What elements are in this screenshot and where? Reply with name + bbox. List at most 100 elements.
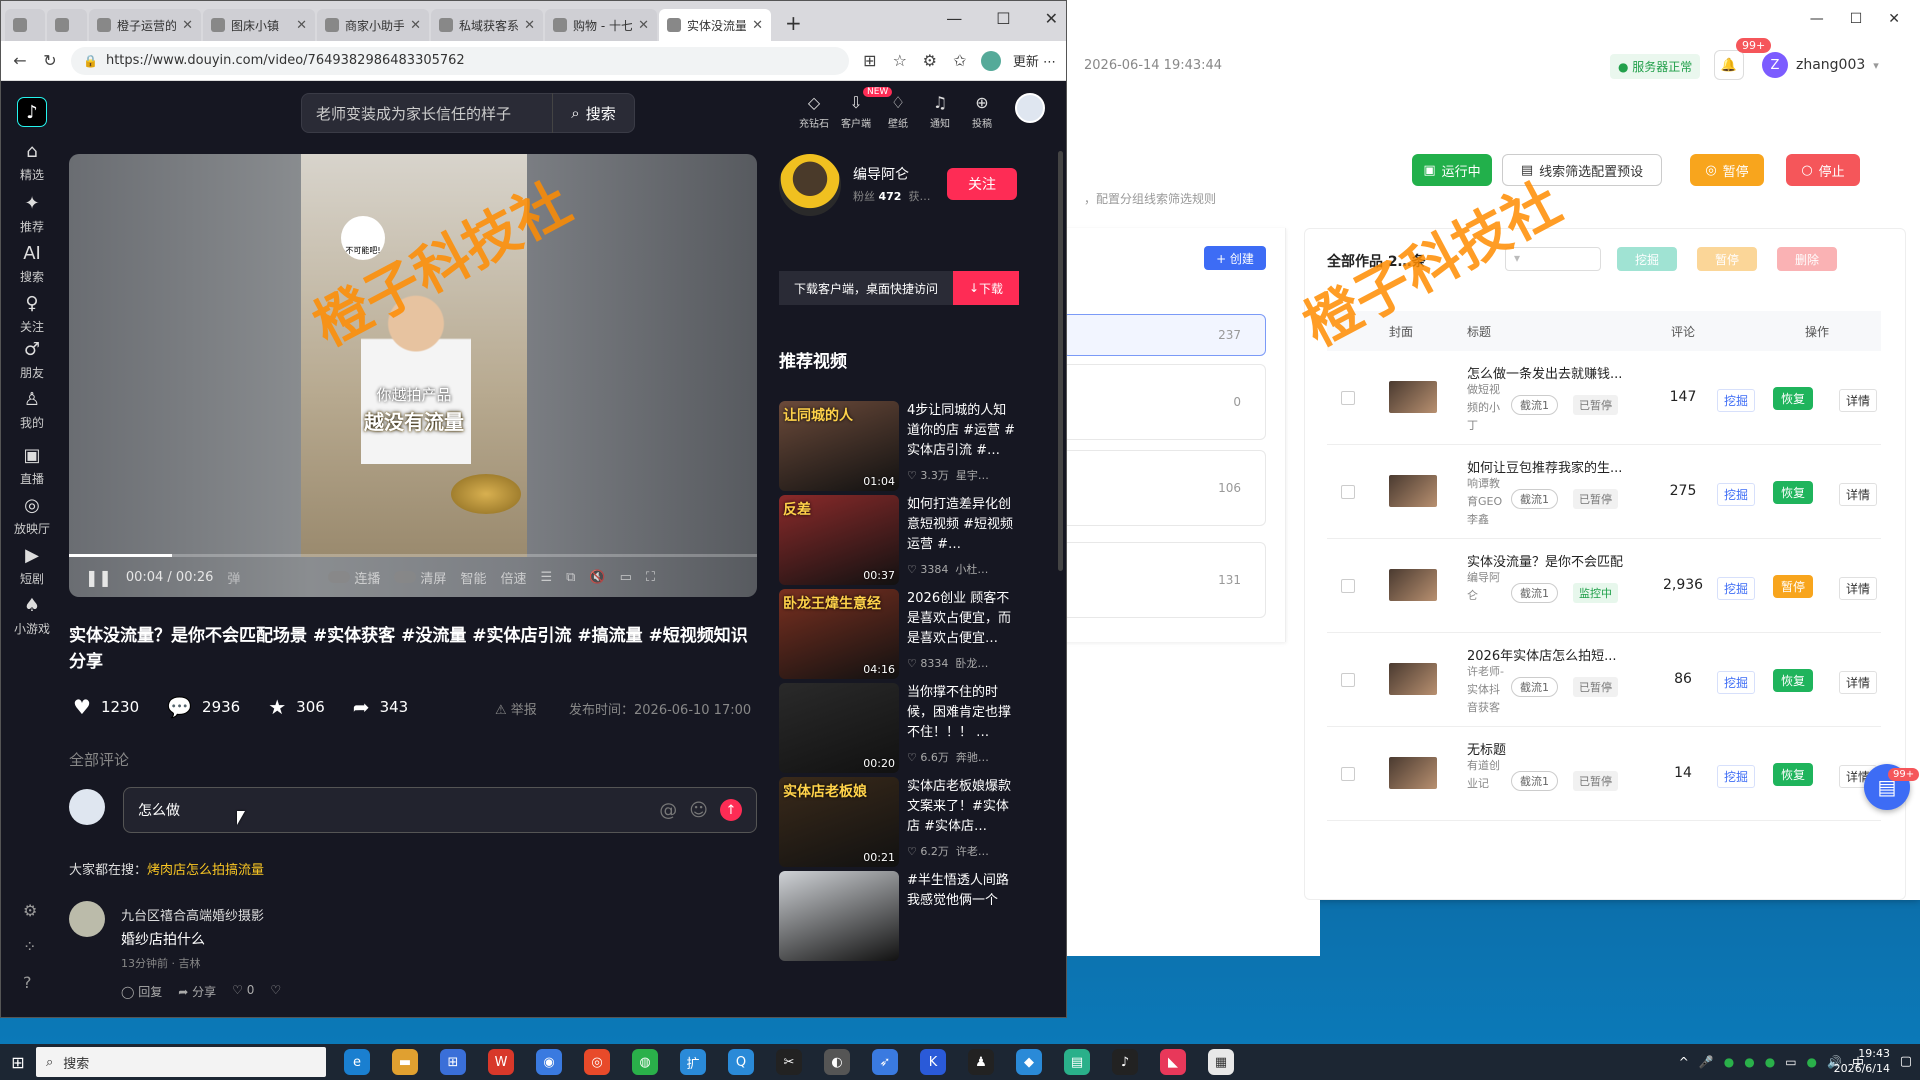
refresh-icon[interactable]: ↻: [41, 51, 59, 70]
sidebar-item[interactable]: ◎ 放映厅: [1, 495, 63, 537]
detail-button[interactable]: 详情: [1839, 577, 1878, 600]
mute-icon[interactable]: 🔇: [589, 570, 605, 585]
taskbar-clock[interactable]: 19:43 2026/6/14: [1834, 1046, 1890, 1076]
search-app-icon[interactable]: Q: [728, 1049, 754, 1075]
bulk-mine-button[interactable]: 挖掘: [1617, 247, 1677, 271]
notification-icon[interactable]: ▢: [1900, 1054, 1912, 1069]
extensions-icon[interactable]: ⚙: [921, 51, 939, 70]
browser-tab[interactable]: [5, 9, 45, 41]
wps-icon[interactable]: W: [488, 1049, 514, 1075]
pause-button[interactable]: ◎ 暂停: [1690, 154, 1764, 186]
like-button[interactable]: ♥ 1230: [73, 695, 139, 719]
wechat-tray-icon[interactable]: ●: [1807, 1055, 1817, 1069]
row-action-button[interactable]: 恢复: [1773, 481, 1814, 504]
row-action-button[interactable]: 恢复: [1773, 669, 1814, 692]
help-icon[interactable]: ?: [23, 973, 32, 992]
recommended-video[interactable]: 让同城的人 01:04 4步让同城的人知道你的店 #运营 #实体店引流 #… ♡ 3.…: [779, 401, 1023, 499]
browser-tab[interactable]: 橙子运营的 ✕: [89, 9, 201, 41]
speed-button[interactable]: 倍速: [500, 568, 526, 587]
update-button[interactable]: 更新 ⋯: [1013, 51, 1056, 70]
group-item[interactable]: 131: [1062, 542, 1266, 618]
minimize-icon[interactable]: —: [946, 9, 962, 28]
maximize-icon[interactable]: ☐: [1850, 11, 1863, 27]
row-checkbox[interactable]: [1341, 391, 1355, 405]
douyin-logo-icon[interactable]: ♪: [17, 97, 47, 127]
tool-icon[interactable]: 扩: [680, 1049, 706, 1075]
row-title[interactable]: 无标题: [1467, 739, 1647, 758]
top-nav-item[interactable]: ◇ 充钻石: [799, 93, 829, 130]
detail-button[interactable]: 详情: [1839, 389, 1878, 412]
group-item[interactable]: 0: [1062, 364, 1266, 440]
bulk-delete-button[interactable]: 删除: [1777, 247, 1837, 271]
sidebar-item[interactable]: ♠ 小游戏: [1, 595, 63, 637]
qq-icon[interactable]: ♟: [968, 1049, 994, 1075]
browser-tab[interactable]: [47, 9, 87, 41]
avatar[interactable]: [779, 154, 841, 216]
bell-icon[interactable]: 🔔: [1714, 50, 1744, 80]
apps-icon[interactable]: ⁘: [23, 937, 36, 956]
new-tab-icon[interactable]: +: [773, 11, 814, 41]
folder-icon[interactable]: ▬: [392, 1049, 418, 1075]
browser-tab[interactable]: 商家小助手 ✕: [317, 9, 429, 41]
mine-button[interactable]: 挖掘: [1717, 577, 1756, 600]
top-nav-item[interactable]: ♫ 通知: [925, 93, 955, 130]
close-icon[interactable]: ✕: [752, 18, 763, 33]
bulk-pause-button[interactable]: 暂停: [1697, 247, 1757, 271]
sidebar-item[interactable]: ▣ 直播: [1, 445, 63, 487]
row-action-button[interactable]: 暂停: [1773, 575, 1814, 598]
row-checkbox[interactable]: [1341, 767, 1355, 781]
back-icon[interactable]: ←: [11, 51, 29, 70]
browser-tab[interactable]: 购物 - 十七 ✕: [545, 9, 657, 41]
detail-button[interactable]: 详情: [1839, 483, 1878, 506]
mention-icon[interactable]: @: [659, 800, 677, 821]
recommended-video[interactable]: #半生悟透人间路 我感觉他俩一个: [779, 871, 1023, 969]
top-nav-item[interactable]: ⊕ 投稿: [967, 93, 997, 130]
author-name[interactable]: 编导阿仑: [853, 164, 909, 184]
close-icon[interactable]: ✕: [1045, 9, 1058, 28]
group-item[interactable]: 106: [1062, 450, 1266, 526]
store-icon[interactable]: ⊞: [440, 1049, 466, 1075]
row-title[interactable]: 实体没流量？是你不会匹配: [1467, 551, 1647, 570]
fullscreen-icon[interactable]: ⛶: [646, 570, 655, 585]
search-input[interactable]: [302, 104, 552, 122]
list-icon[interactable]: ☰: [540, 570, 552, 585]
close-icon[interactable]: ✕: [524, 18, 535, 33]
create-button[interactable]: + 创建: [1204, 246, 1266, 270]
theater-icon[interactable]: ▭: [620, 570, 632, 585]
row-title[interactable]: 如何让豆包推荐我家的生...: [1467, 457, 1647, 476]
mine-button[interactable]: 挖掘: [1717, 671, 1756, 694]
close-icon[interactable]: ✕: [410, 18, 421, 33]
sidebar-item[interactable]: AI 搜索: [1, 243, 63, 285]
row-checkbox[interactable]: [1341, 579, 1355, 593]
douyin-icon[interactable]: ♪: [1112, 1049, 1138, 1075]
top-nav-item[interactable]: ♢ 壁纸: [883, 93, 913, 130]
scrollbar[interactable]: [1058, 151, 1063, 571]
browser-tab[interactable]: 实体没流量 ✕: [659, 9, 771, 41]
share-button[interactable]: ➦ 343: [353, 695, 408, 719]
apps-icon[interactable]: ⊞: [861, 51, 879, 70]
windows-start-icon[interactable]: ⊞: [0, 1044, 36, 1080]
running-button[interactable]: ▣ 运行中: [1412, 154, 1492, 186]
recommended-video[interactable]: 卧龙王煒生意经 04:16 2026创业 顾客不是喜欢占便宜，而是喜欢占便宜… ♡ 8…: [779, 589, 1023, 687]
emoji-icon[interactable]: ☺: [689, 800, 708, 821]
taskbar-search[interactable]: ⌕ 搜索: [36, 1047, 326, 1077]
star-icon[interactable]: ☆: [891, 51, 909, 70]
feather-icon[interactable]: ➶: [872, 1049, 898, 1075]
trending-link[interactable]: 烤肉店怎么拍搞流量: [147, 863, 264, 878]
top-nav-item[interactable]: ⇩ 客户端: [841, 93, 871, 130]
capcut-icon[interactable]: ✂: [776, 1049, 802, 1075]
edge-icon[interactable]: e: [344, 1049, 370, 1075]
search-button[interactable]: ⌕ 搜索: [552, 93, 634, 133]
bookmark-icon[interactable]: ◣: [1160, 1049, 1186, 1075]
pip-icon[interactable]: ⧉: [566, 570, 575, 585]
favorite-button[interactable]: ★ 306: [268, 695, 325, 719]
close-icon[interactable]: ✕: [638, 18, 649, 33]
wechat-icon[interactable]: ◍: [632, 1049, 658, 1075]
pause-icon[interactable]: ❚❚: [85, 568, 112, 587]
profile-icon[interactable]: [980, 50, 1001, 71]
mine-button[interactable]: 挖掘: [1717, 389, 1756, 412]
send-icon[interactable]: ↑: [720, 799, 742, 821]
mic-icon[interactable]: 🎤: [1699, 1055, 1714, 1069]
favorites-icon[interactable]: ✩: [951, 51, 969, 70]
minimize-icon[interactable]: —: [1810, 11, 1824, 27]
